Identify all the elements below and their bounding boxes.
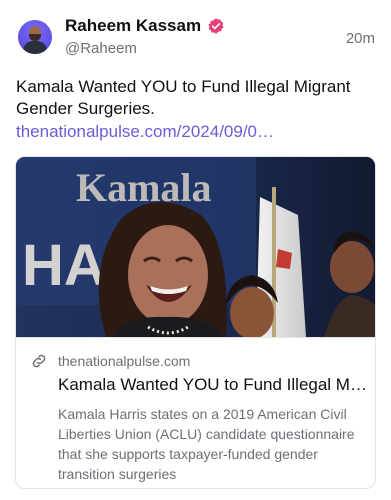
card-title[interactable]: Kamala Wanted YOU to Fund Illegal Migran… <box>58 374 368 396</box>
author-avatar[interactable] <box>18 20 52 54</box>
link-chain-icon <box>32 354 46 368</box>
post-text: Kamala Wanted YOU to Fund Illegal Migran… <box>16 77 351 118</box>
card-domain: thenationalpulse.com <box>58 353 191 369</box>
card-domain-row: thenationalpulse.com <box>30 352 190 370</box>
card-image[interactable]: Kamala HA <box>16 157 375 337</box>
author-name-row: Raheem Kassam <box>65 16 225 36</box>
banner-text-bottom: HA <box>22 233 106 298</box>
card-description: Kamala Harris states on a 2019 American … <box>58 406 355 482</box>
banner-text-top: Kamala <box>76 165 212 210</box>
link-preview-card[interactable]: Kamala HA thenationalpulse.com Kamala Wa… <box>15 156 376 489</box>
author-handle[interactable]: @Raheem <box>65 40 137 57</box>
avatar-beard <box>29 34 41 41</box>
verified-badge-icon <box>208 18 224 34</box>
author-name[interactable]: Raheem Kassam <box>65 16 201 36</box>
post-link[interactable]: thenationalpulse.com/2024/09/0… <box>16 121 274 143</box>
card-photo: Kamala HA <box>16 157 375 337</box>
card-meta: thenationalpulse.com Kamala Wanted YOU t… <box>16 337 375 488</box>
post-header: Raheem Kassam @Raheem 20m <box>18 16 375 60</box>
post-timestamp[interactable]: 20m <box>346 30 375 47</box>
avatar-body <box>23 41 47 54</box>
